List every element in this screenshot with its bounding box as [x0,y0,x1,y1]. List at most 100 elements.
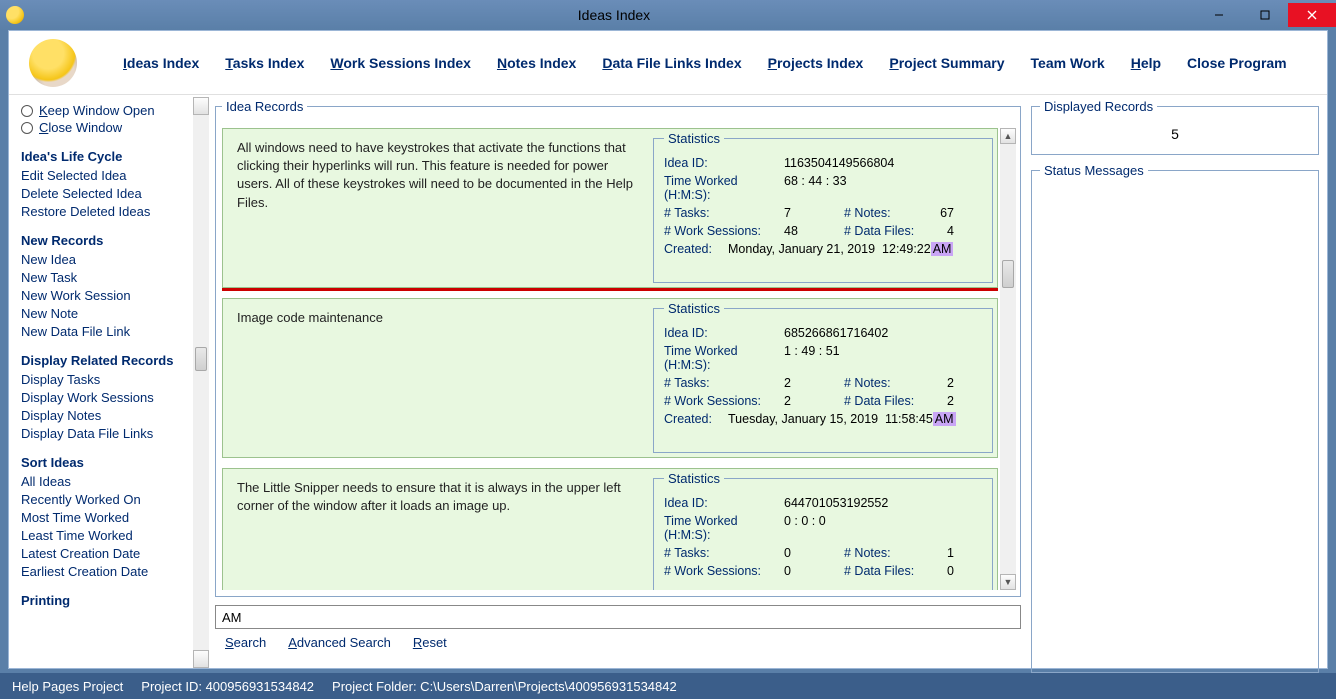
sidebar-heading-new-records: New Records [21,233,201,248]
menu-ideas-index[interactable]: Ideas Index [123,55,199,71]
status-help-pages-project[interactable]: Help Pages Project [12,679,123,694]
time-worked-value: 68 : 44 : 33 [784,174,847,202]
status-project-folder[interactable]: Project Folder: C:\Users\Darren\Projects… [332,679,677,694]
status-messages-group: Status Messages [1031,163,1319,673]
sidebar-display-work-sessions[interactable]: Display Work Sessions [21,390,201,405]
menu-data-file-links-index[interactable]: Data File Links Index [602,55,741,71]
reset-link[interactable]: Reset [413,635,447,650]
sidebar-edit-selected-idea[interactable]: Edit Selected Idea [21,168,201,183]
sidebar-delete-selected-idea[interactable]: Delete Selected Idea [21,186,201,201]
menu-notes-index[interactable]: Notes Index [497,55,576,71]
radio-close-window[interactable]: Close Window [21,120,201,135]
minimize-button[interactable] [1196,3,1242,27]
notes-label: # Notes: [844,376,924,390]
menu-close-program[interactable]: Close Program [1187,55,1287,71]
work-sessions-label: # Work Sessions: [664,394,784,408]
sidebar-new-work-session[interactable]: New Work Session [21,288,201,303]
work-sessions-value: 0 [784,564,844,578]
menu-work-sessions-index[interactable]: Work Sessions Index [330,55,471,71]
scroll-up-icon[interactable]: ▲ [1000,128,1016,144]
work-sessions-value: 48 [784,224,844,238]
sidebar-new-note[interactable]: New Note [21,306,201,321]
data-files-label: # Data Files: [844,564,924,578]
idea-id-label: Idea ID: [664,156,784,170]
sidebar: Keep Window Open Close Window Idea's Lif… [9,97,209,668]
idea-description: The Little Snipper needs to ensure that … [223,469,649,590]
time-worked-label: Time Worked (H:M:S): [664,514,784,542]
tasks-value: 7 [784,206,844,220]
scroll-down-icon[interactable]: ▼ [1000,574,1016,590]
idea-records-legend: Idea Records [222,99,307,114]
created-ampm-highlight: AM [931,242,954,256]
notes-value: 1 [924,546,954,560]
data-files-label: # Data Files: [844,224,924,238]
sidebar-heading-lifecycle: Idea's Life Cycle [21,149,201,164]
status-project-id[interactable]: Project ID: 400956931534842 [141,679,314,694]
statistics-legend: Statistics [664,301,724,316]
notes-value: 67 [924,206,954,220]
work-sessions-value: 2 [784,394,844,408]
displayed-records-value: 5 [1040,122,1310,146]
time-worked-value: 0 : 0 : 0 [784,514,826,542]
tasks-label: # Tasks: [664,546,784,560]
time-worked-label: Time Worked (H:M:S): [664,174,784,202]
idea-id-value: 685266861716402 [784,326,888,340]
idea-card[interactable]: All windows need to have keystrokes that… [222,128,998,288]
sidebar-new-data-file-link[interactable]: New Data File Link [21,324,201,339]
menu-help[interactable]: Help [1131,55,1161,71]
search-input[interactable] [215,605,1021,629]
tasks-value: 2 [784,376,844,390]
idea-card[interactable]: The Little Snipper needs to ensure that … [222,468,998,590]
data-files-value: 2 [924,394,954,408]
time-worked-label: Time Worked (H:M:S): [664,344,784,372]
records-scrollbar[interactable]: ▲ ▼ [1000,128,1016,590]
menu-team-work[interactable]: Team Work [1031,55,1105,71]
tasks-value: 0 [784,546,844,560]
menu-tasks-index[interactable]: Tasks Index [225,55,304,71]
sidebar-scrollbar[interactable] [193,97,209,668]
search-link[interactable]: Search [225,635,266,650]
app-frame: Ideas Index Tasks Index Work Sessions In… [8,30,1328,669]
notes-value: 2 [924,376,954,390]
menu-project-summary[interactable]: Project Summary [889,55,1004,71]
sidebar-recently-worked-on[interactable]: Recently Worked On [21,492,201,507]
idea-description: Image code maintenance [223,299,649,457]
sidebar-earliest-creation-date[interactable]: Earliest Creation Date [21,564,201,579]
created-label: Created: [664,412,720,426]
search-area: Search Advanced Search Reset [215,605,1021,650]
menubar: Ideas Index Tasks Index Work Sessions In… [9,31,1327,95]
idea-records-group: Idea Records All windows need to have ke… [215,99,1021,597]
statusbar: Help Pages Project Project ID: 400956931… [0,673,1336,699]
created-ampm-highlight: AM [933,412,956,426]
maximize-button[interactable] [1242,3,1288,27]
window-title: Ideas Index [32,7,1196,23]
close-button[interactable] [1288,3,1336,27]
statistics-group: StatisticsIdea ID:1163504149566804 Time … [653,131,993,283]
statistics-legend: Statistics [664,471,724,486]
sidebar-most-time-worked[interactable]: Most Time Worked [21,510,201,525]
displayed-records-legend: Displayed Records [1040,99,1157,114]
sidebar-restore-deleted-ideas[interactable]: Restore Deleted Ideas [21,204,201,219]
sidebar-new-idea[interactable]: New Idea [21,252,201,267]
tasks-label: # Tasks: [664,206,784,220]
data-files-label: # Data Files: [844,394,924,408]
sidebar-display-tasks[interactable]: Display Tasks [21,372,201,387]
created-value: Monday, January 21, 2019 12:49:22AM [728,242,953,256]
menu-projects-index[interactable]: Projects Index [768,55,864,71]
idea-id-label: Idea ID: [664,496,784,510]
radio-keep-window-open[interactable]: Keep Window Open [21,103,201,118]
sidebar-all-ideas[interactable]: All Ideas [21,474,201,489]
status-messages-legend: Status Messages [1040,163,1148,178]
sidebar-new-task[interactable]: New Task [21,270,201,285]
notes-label: # Notes: [844,546,924,560]
center-panel: Idea Records All windows need to have ke… [209,97,1027,668]
sidebar-least-time-worked[interactable]: Least Time Worked [21,528,201,543]
advanced-search-link[interactable]: Advanced Search [288,635,391,650]
sidebar-heading-printing: Printing [21,593,201,608]
sidebar-display-data-file-links[interactable]: Display Data File Links [21,426,201,441]
sidebar-latest-creation-date[interactable]: Latest Creation Date [21,546,201,561]
work-sessions-label: # Work Sessions: [664,224,784,238]
app-logo-icon [29,39,77,87]
sidebar-display-notes[interactable]: Display Notes [21,408,201,423]
idea-card[interactable]: Image code maintenanceStatisticsIdea ID:… [222,298,998,458]
